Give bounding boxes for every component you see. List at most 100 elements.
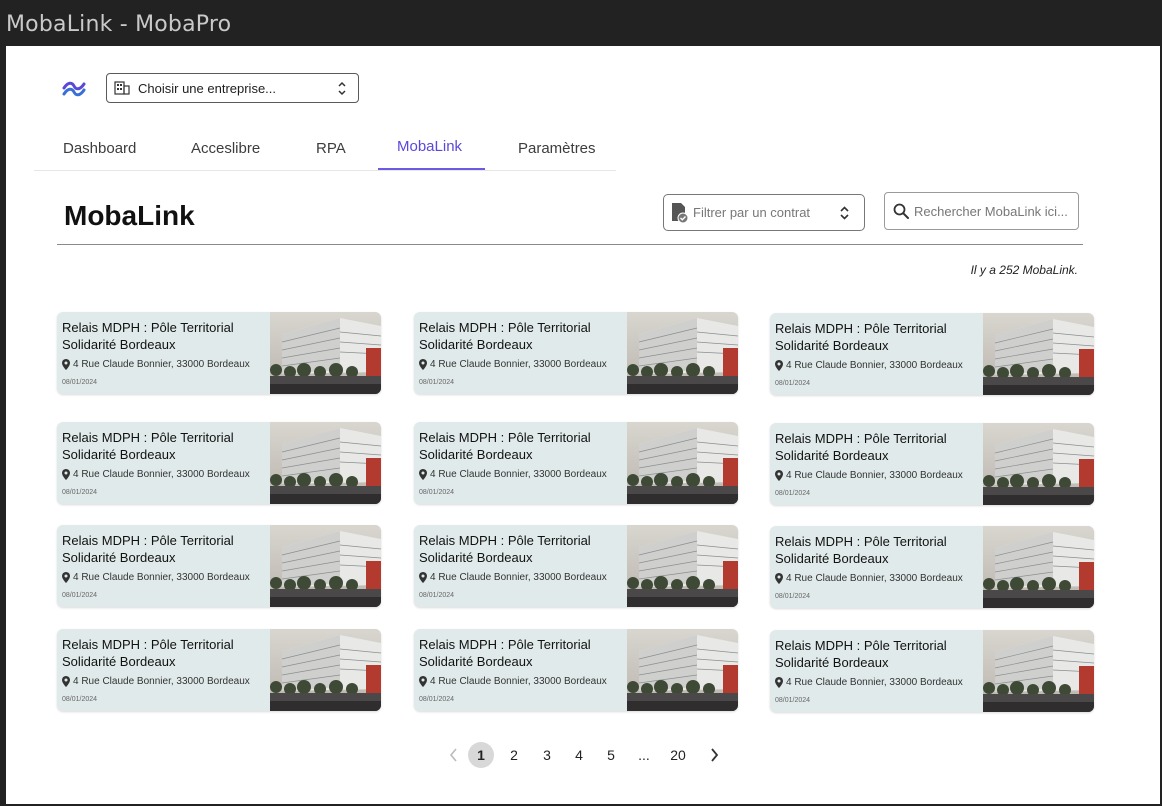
window-titlebar: MobaLink - MobaPro [0, 0, 1162, 46]
chevron-up-down-icon [338, 81, 346, 96]
company-select[interactable]: Choisir une entreprise... [106, 73, 359, 103]
tab-dashboard[interactable]: Dashboard [63, 140, 136, 157]
pagination-prev-button[interactable] [444, 742, 464, 768]
card-address: 4 Rue Claude Bonnier, 33000 Bordeaux [62, 676, 250, 687]
card-date: 08/01/2024 [775, 593, 811, 600]
card-address: 4 Rue Claude Bonnier, 33000 Bordeaux [419, 676, 607, 687]
building-photo [627, 422, 738, 504]
card-address-text: 4 Rue Claude Bonnier, 33000 Bordeaux [786, 360, 963, 371]
map-pin-icon [419, 469, 427, 480]
card-address: 4 Rue Claude Bonnier, 33000 Bordeaux [62, 572, 250, 583]
card-title: Relais MDPH : Pôle Territorial Solidarit… [419, 430, 591, 462]
card-title: Relais MDPH : Pôle Territorial Solidarit… [775, 321, 947, 353]
card-address-text: 4 Rue Claude Bonnier, 33000 Bordeaux [430, 469, 607, 480]
chevron-up-down-icon [840, 206, 849, 220]
card-address-text: 4 Rue Claude Bonnier, 33000 Bordeaux [73, 359, 250, 370]
building-photo [983, 526, 1094, 608]
card-title: Relais MDPH : Pôle Territorial Solidarit… [419, 533, 591, 565]
active-tab-indicator [378, 168, 485, 170]
map-pin-icon [62, 359, 70, 370]
card-title: Relais MDPH : Pôle Territorial Solidarit… [775, 431, 947, 463]
mobalink-card[interactable]: Relais MDPH : Pôle Territorial Solidarit… [770, 423, 1094, 505]
card-date: 08/01/2024 [775, 697, 811, 704]
mobalink-card[interactable]: Relais MDPH : Pôle Territorial Solidarit… [57, 312, 381, 394]
card-title: Relais MDPH : Pôle Territorial Solidarit… [62, 320, 234, 352]
window-title: MobaLink - MobaPro [6, 12, 232, 37]
card-address-text: 4 Rue Claude Bonnier, 33000 Bordeaux [73, 676, 250, 687]
map-pin-icon [775, 360, 783, 371]
mobalink-card[interactable]: Relais MDPH : Pôle Territorial Solidarit… [770, 630, 1094, 712]
card-date: 08/01/2024 [775, 380, 811, 387]
building-photo [627, 629, 738, 711]
pagination-page[interactable]: 1 [468, 742, 494, 768]
card-date: 08/01/2024 [62, 592, 98, 599]
pagination-page[interactable]: 4 [571, 742, 587, 768]
building-photo [270, 629, 381, 711]
search-input[interactable] [914, 203, 1074, 219]
mobalink-card[interactable]: Relais MDPH : Pôle Territorial Solidarit… [414, 312, 738, 394]
search-box [884, 192, 1079, 230]
map-pin-icon [62, 676, 70, 687]
mobalink-card[interactable]: Relais MDPH : Pôle Territorial Solidarit… [57, 629, 381, 711]
mobalink-card[interactable]: Relais MDPH : Pôle Territorial Solidarit… [57, 525, 381, 607]
map-pin-icon [775, 677, 783, 688]
search-icon [893, 203, 909, 219]
building-photo [627, 525, 738, 607]
card-title: Relais MDPH : Pôle Territorial Solidarit… [62, 533, 234, 565]
contract-filter-select[interactable]: Filtrer par un contrat [663, 194, 865, 231]
card-address: 4 Rue Claude Bonnier, 33000 Bordeaux [419, 572, 607, 583]
mobalink-card[interactable]: Relais MDPH : Pôle Territorial Solidarit… [414, 629, 738, 711]
card-address-text: 4 Rue Claude Bonnier, 33000 Bordeaux [430, 676, 607, 687]
map-pin-icon [62, 469, 70, 480]
mobalink-card[interactable]: Relais MDPH : Pôle Territorial Solidarit… [57, 422, 381, 504]
card-title: Relais MDPH : Pôle Territorial Solidarit… [62, 430, 234, 462]
chevron-right-icon [711, 748, 719, 762]
building-icon [114, 81, 130, 95]
mobalink-card[interactable]: Relais MDPH : Pôle Territorial Solidarit… [414, 422, 738, 504]
card-date: 08/01/2024 [62, 696, 98, 703]
card-address: 4 Rue Claude Bonnier, 33000 Bordeaux [775, 470, 963, 481]
card-address-text: 4 Rue Claude Bonnier, 33000 Bordeaux [786, 677, 963, 688]
header-divider [57, 244, 1083, 245]
tailwind-wave-icon[interactable] [62, 80, 86, 98]
pagination-page[interactable]: 3 [539, 742, 555, 768]
card-address: 4 Rue Claude Bonnier, 33000 Bordeaux [62, 469, 250, 480]
building-photo [270, 525, 381, 607]
mobalink-card[interactable]: Relais MDPH : Pôle Territorial Solidarit… [414, 525, 738, 607]
card-address-text: 4 Rue Claude Bonnier, 33000 Bordeaux [73, 572, 250, 583]
company-select-label: Choisir une entreprise... [138, 80, 277, 96]
map-pin-icon [419, 572, 427, 583]
mobalink-card[interactable]: Relais MDPH : Pôle Territorial Solidarit… [770, 313, 1094, 395]
card-date: 08/01/2024 [419, 592, 455, 599]
card-title: Relais MDPH : Pôle Territorial Solidarit… [775, 534, 947, 566]
building-photo [983, 630, 1094, 712]
pagination-page[interactable]: 5 [603, 742, 619, 768]
mobalink-card[interactable]: Relais MDPH : Pôle Territorial Solidarit… [770, 526, 1094, 608]
building-photo [983, 313, 1094, 395]
pagination-next-button[interactable] [704, 742, 724, 768]
card-title: Relais MDPH : Pôle Territorial Solidarit… [419, 320, 591, 352]
app-canvas: Choisir une entreprise... Dashboard Acce… [6, 46, 1160, 804]
card-address: 4 Rue Claude Bonnier, 33000 Bordeaux [419, 359, 607, 370]
tab-rpa[interactable]: RPA [316, 140, 346, 157]
card-address: 4 Rue Claude Bonnier, 33000 Bordeaux [62, 359, 250, 370]
map-pin-icon [419, 676, 427, 687]
page-title: MobaLink [64, 200, 195, 231]
pagination-page[interactable]: 2 [506, 742, 522, 768]
card-date: 08/01/2024 [62, 379, 98, 386]
card-title: Relais MDPH : Pôle Territorial Solidarit… [775, 638, 947, 670]
tab-mobalink[interactable]: MobaLink [397, 138, 462, 155]
map-pin-icon [775, 470, 783, 481]
tab-parametres[interactable]: Paramètres [518, 140, 596, 157]
building-photo [270, 312, 381, 394]
card-title: Relais MDPH : Pôle Territorial Solidarit… [62, 637, 234, 669]
building-photo [983, 423, 1094, 505]
card-address: 4 Rue Claude Bonnier, 33000 Bordeaux [419, 469, 607, 480]
map-pin-icon [62, 572, 70, 583]
tab-acceslibre[interactable]: Acceslibre [191, 140, 260, 157]
contract-filter-placeholder: Filtrer par un contrat [693, 205, 811, 220]
pagination-page[interactable]: 20 [667, 742, 689, 768]
card-date: 08/01/2024 [775, 490, 811, 497]
card-address: 4 Rue Claude Bonnier, 33000 Bordeaux [775, 573, 963, 584]
building-photo [627, 312, 738, 394]
